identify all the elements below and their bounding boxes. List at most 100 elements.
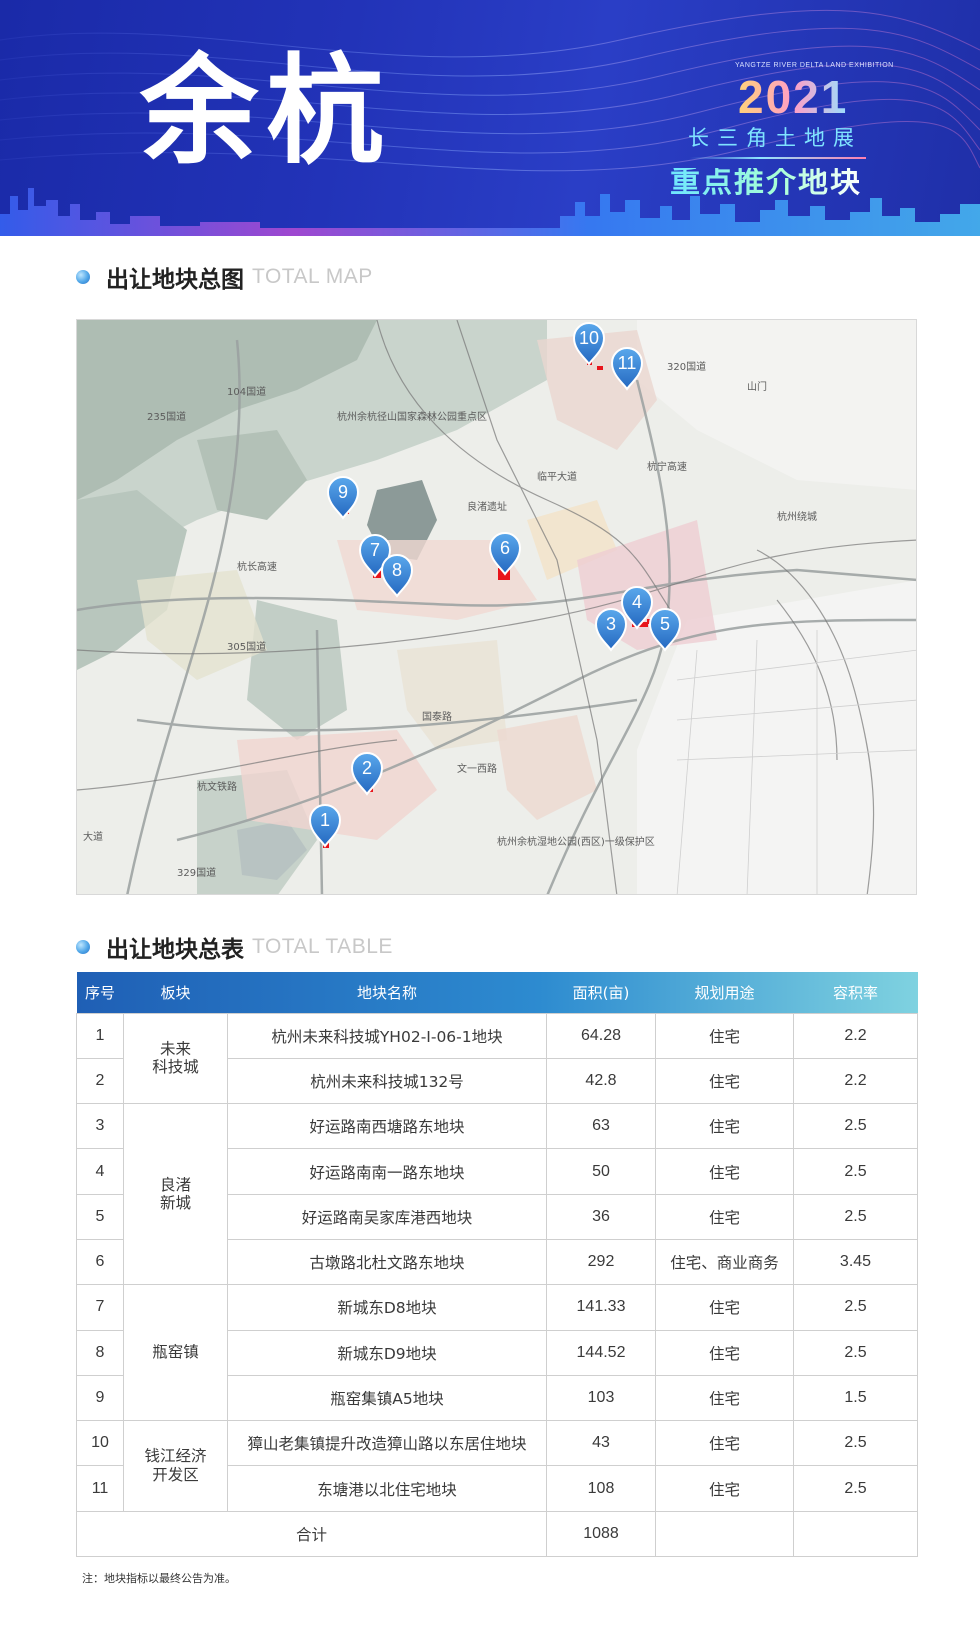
banner-divider: [690, 157, 866, 159]
parcel-table: 序号 板块 地块名称 面积(亩) 规划用途 容积率 1 未来 科技城 杭州未来科技城Y…: [76, 972, 918, 1558]
parcel-area: 292: [546, 1238, 656, 1286]
total-map[interactable]: 大道 文一西路 235国道 104国道 305国道 329国道 320国道 杭长…: [76, 319, 917, 895]
map-section-title-en: TOTAL MAP: [252, 265, 373, 288]
parcel-name: 新城东D8地块: [227, 1284, 547, 1331]
parcel-name: 杭州未来科技城132号: [227, 1057, 547, 1105]
parcel-far: 2.5: [793, 1284, 918, 1331]
map-label: 235国道: [147, 410, 186, 423]
map-label: 大道: [83, 830, 103, 843]
parcel-far: 3.45: [793, 1238, 918, 1286]
banner-subtitle: 长三角土地展: [688, 126, 862, 150]
zone-line: 钱江经济: [144, 1447, 207, 1466]
map-label: 329国道: [177, 866, 216, 879]
parcel-area: 43: [546, 1420, 656, 1467]
parcel-name: 杭州未来科技城YH02-I-06-1地块: [227, 1012, 547, 1059]
parcel-name: 獐山老集镇提升改造獐山路以东居住地块: [227, 1420, 547, 1467]
map-label: 杭州余杭湿地公园(西区)一级保护区: [497, 835, 655, 848]
parcel-area: 36: [546, 1193, 656, 1240]
parcel-use: 住宅、商业商务: [655, 1238, 794, 1286]
parcel-name: 东塘港以北住宅地块: [227, 1465, 547, 1512]
row-number: 3: [76, 1103, 124, 1150]
row-number: 4: [76, 1148, 124, 1195]
parcel-area: 42.8: [546, 1057, 656, 1105]
zone-line: 科技城: [152, 1058, 199, 1077]
banner-title: 余杭: [140, 42, 393, 180]
map-label: 良渚遗址: [467, 500, 507, 513]
parcel-use: 住宅: [655, 1465, 794, 1512]
banner-year: 2021: [738, 71, 849, 123]
zone-cell: 良渚 新城: [123, 1103, 228, 1286]
parcel-use: 住宅: [655, 1012, 794, 1059]
parcel-far: 2.5: [793, 1103, 918, 1150]
table-row: 3 良渚 新城 好运路南西塘路东地块 63 住宅 2.5: [76, 1103, 918, 1286]
bullet-icon: [76, 270, 90, 284]
table-total-row: 合计 1088: [76, 1510, 918, 1558]
header-area: 面积(亩): [572, 983, 630, 1002]
parcel-area: 108: [546, 1465, 656, 1512]
row-number: 10: [76, 1420, 124, 1467]
map-section-title: 出让地块总图: [106, 267, 244, 293]
parcel-area: 141.33: [546, 1284, 656, 1331]
pin-number: 9: [338, 482, 348, 502]
pin-number: 8: [392, 560, 402, 580]
row-number: 9: [76, 1374, 124, 1422]
zone-line: 良渚: [159, 1175, 191, 1194]
map-label: 305国道: [227, 640, 266, 653]
parcel-far: 2.5: [793, 1193, 918, 1240]
parcel-use: 住宅: [655, 1420, 794, 1467]
bullet-icon: [76, 940, 90, 954]
map-label: 杭宁高速: [647, 460, 687, 473]
table-section-title: 出让地块总表: [106, 937, 244, 963]
parcel-area: 64.28: [546, 1012, 656, 1059]
zone-cell: 未来 科技城: [123, 1012, 228, 1105]
parcel-name: 古墩路北杜文路东地块: [227, 1238, 547, 1286]
parcel-use: 住宅: [655, 1329, 794, 1376]
map-canvas: 大道 文一西路 235国道 104国道 305国道 329国道 320国道 杭长…: [77, 320, 916, 894]
map-label: 杭州绕城: [777, 510, 817, 523]
header-zone: 板块: [160, 983, 191, 1002]
parcel-use: 住宅: [655, 1374, 794, 1422]
row-number: 1: [76, 1012, 124, 1059]
pin-number: 11: [618, 353, 637, 373]
map-label: 104国道: [227, 385, 266, 398]
skyline-decoration: [0, 188, 980, 236]
parcel-far: 2.5: [793, 1148, 918, 1195]
parcel-far: 2.5: [793, 1465, 918, 1512]
parcel-far: 2.5: [793, 1329, 918, 1376]
pin-number: 6: [500, 538, 510, 558]
footnote: 注：地块指标以最终公告为准。: [82, 1572, 236, 1585]
map-label: 山门: [747, 380, 767, 393]
total-empty: [655, 1510, 794, 1558]
map-label: 国泰路: [422, 710, 452, 723]
parcel-use: 住宅: [655, 1284, 794, 1331]
parcel-use: 住宅: [655, 1103, 794, 1150]
row-number: 7: [76, 1284, 124, 1331]
parcel-name: 新城东D9地块: [227, 1329, 547, 1376]
parcel-far: 2.5: [793, 1420, 918, 1467]
banner-english-line: YANGTZE RIVER DELTA LAND EXHIBITION: [735, 62, 894, 69]
total-label: 合计: [76, 1510, 547, 1558]
zone-line: 瓶窑镇: [152, 1343, 199, 1362]
parcel-use: 住宅: [655, 1148, 794, 1195]
table-header-row: 序号 板块 地块名称 面积(亩) 规划用途 容积率: [76, 972, 918, 1013]
zone-line: 新城: [159, 1194, 191, 1213]
zone-cell: 钱江经济 开发区: [123, 1420, 228, 1512]
map-section-header: 出让地块总图 TOTAL MAP: [76, 262, 373, 293]
parcel-marker: [597, 366, 603, 370]
header-far: 容积率: [832, 983, 878, 1002]
row-number: 11: [76, 1465, 124, 1512]
map-label: 杭州余杭径山国家森林公园重点区: [337, 410, 487, 423]
pin-number: 7: [370, 540, 380, 560]
header-no: 序号: [84, 983, 115, 1002]
parcel-name: 好运路南西塘路东地块: [227, 1103, 547, 1150]
parcel-area: 103: [546, 1374, 656, 1422]
table-row: 10 钱江经济 开发区 獐山老集镇提升改造獐山路以东居住地块 43 住宅 2.5: [76, 1420, 918, 1512]
total-empty: [793, 1510, 918, 1558]
parcel-area: 50: [546, 1148, 656, 1195]
map-label: 临平大道: [537, 470, 577, 483]
map-label: 杭长高速: [237, 560, 277, 573]
pin-number: 5: [660, 614, 670, 634]
map-label: 320国道: [667, 360, 706, 373]
header-use: 规划用途: [694, 983, 755, 1002]
table-row: 1 未来 科技城 杭州未来科技城YH02-I-06-1地块 64.28 住宅 2.2: [76, 1012, 918, 1105]
